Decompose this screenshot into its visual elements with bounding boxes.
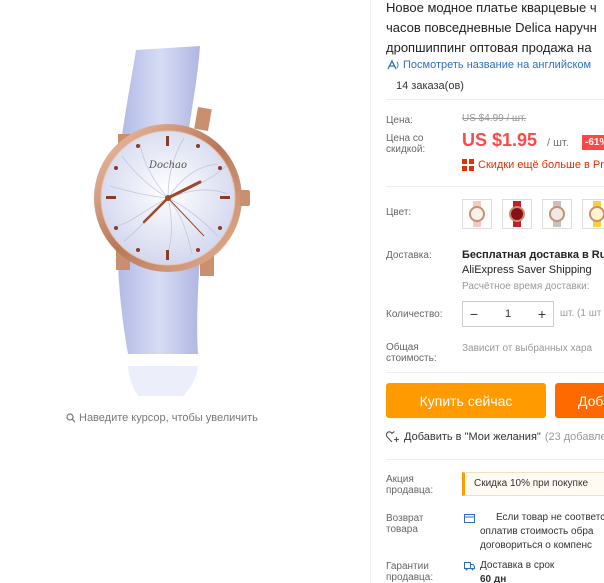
shipping-time: Расчётное время доставки: bbox=[462, 281, 590, 292]
buy-now-button[interactable]: Купить сейчас bbox=[386, 383, 546, 418]
discount-badge: -61% bbox=[582, 135, 604, 150]
return-policy-line: Если товар не соответст bbox=[464, 511, 604, 525]
color-swatch-grey[interactable] bbox=[542, 199, 572, 229]
product-info: Новое модное платье кварцевые ч часов по… bbox=[386, 0, 604, 583]
quantity-label: Количество: bbox=[386, 309, 443, 320]
return-policy-line: оплатив стоимость обра bbox=[480, 526, 594, 537]
color-swatch-red[interactable] bbox=[502, 199, 532, 229]
seller-promo-label-1: Акция bbox=[386, 474, 414, 485]
heart-plus-icon bbox=[386, 431, 399, 443]
total-note: Зависит от выбранных хара bbox=[462, 343, 593, 354]
return-label-1: Возврат bbox=[386, 513, 424, 524]
wishlist-count: (23 добавле bbox=[544, 431, 604, 443]
column-divider bbox=[370, 0, 371, 583]
guarantee-text: Доставка в срок bbox=[480, 560, 555, 571]
color-label: Цвет: bbox=[386, 207, 412, 218]
price-label: Цена: bbox=[386, 115, 413, 126]
product-title-line: дропшиппинг оптовая продажа на bbox=[386, 40, 592, 55]
return-label-2: товара bbox=[386, 524, 418, 535]
watch-thumbnail-icon bbox=[589, 201, 604, 227]
guarantee-label-2: продавца: bbox=[386, 572, 434, 583]
discount-price: US $1.95 bbox=[462, 130, 538, 150]
add-to-wishlist-link[interactable]: Добавить в "Мои желания" (23 добавле bbox=[386, 431, 604, 443]
divider bbox=[386, 99, 604, 100]
return-policy-text: Если товар не соответст bbox=[496, 512, 604, 523]
translate-link[interactable]: Посмотреть название на английском bbox=[386, 59, 591, 71]
quantity-stepper: − 1 + bbox=[462, 301, 554, 327]
product-gallery: Dochao Наведите курсор, чтобы увеличить bbox=[0, 0, 370, 583]
discount-price-label-1: Цена со bbox=[386, 133, 424, 144]
guarantee-line: Доставка в срок bbox=[464, 559, 554, 573]
seller-promo-banner[interactable]: Скидка 10% при покупке bbox=[462, 472, 604, 496]
color-swatch-yellow[interactable] bbox=[582, 199, 604, 229]
total-label-1: Общая bbox=[386, 342, 419, 353]
total-label-2: стоимость: bbox=[386, 353, 437, 364]
shipping-service: AliExpress Saver Shipping bbox=[462, 264, 592, 276]
return-policy-line: договориться о компенс bbox=[480, 540, 593, 551]
seller-guarantee: Доставка в срок 60 дн bbox=[464, 559, 554, 583]
watch-thumbnail-icon bbox=[549, 201, 565, 227]
quantity-increase-button[interactable]: + bbox=[531, 302, 553, 326]
shipping-option[interactable]: Бесплатная доставка в Ru bbox=[462, 249, 604, 261]
zoom-hint: Наведите курсор, чтобы увеличить bbox=[66, 412, 258, 424]
divider bbox=[386, 459, 604, 460]
guarantee-label-1: Гарантии bbox=[386, 561, 429, 572]
quantity-input[interactable]: 1 bbox=[485, 308, 531, 320]
discount-price-label-2: скидкой: bbox=[386, 144, 426, 155]
shipping-label: Доставка: bbox=[386, 250, 432, 261]
coupon-grid-icon bbox=[462, 159, 474, 171]
seller-promo-label-2: продавца: bbox=[386, 485, 434, 496]
divider bbox=[386, 186, 604, 187]
more-discounts-text[interactable]: Скидки ещё больше в Pri bbox=[478, 159, 604, 171]
more-discounts-link[interactable]: Скидки ещё больше в Pri bbox=[462, 159, 604, 171]
product-image[interactable]: Dochao bbox=[88, 36, 288, 396]
return-policy: Если товар не соответст оплатив стоимост… bbox=[464, 511, 604, 553]
price-unit: / шт. bbox=[547, 137, 569, 149]
quantity-decrease-button[interactable]: − bbox=[463, 302, 485, 326]
quantity-unit-note: шт. (1 шт bbox=[560, 308, 602, 319]
add-to-cart-button[interactable]: Доба bbox=[555, 383, 604, 418]
watch-thumbnail-icon bbox=[469, 201, 485, 227]
orders-count: 14 заказа(ов) bbox=[396, 80, 464, 92]
translate-link-text[interactable]: Посмотреть название на английском bbox=[403, 59, 591, 71]
guarantee-days: 60 дн bbox=[480, 574, 507, 583]
watch-thumbnail-icon bbox=[509, 201, 525, 227]
product-title: Новое модное платье кварцевые ч часов по… bbox=[386, 0, 604, 58]
divider bbox=[386, 372, 604, 373]
zoom-hint-text: Наведите курсор, чтобы увеличить bbox=[79, 412, 258, 424]
watch-brand-text: Dochao bbox=[148, 160, 187, 171]
translate-icon bbox=[387, 59, 399, 70]
card-icon bbox=[464, 513, 475, 523]
delivery-truck-icon bbox=[464, 561, 475, 570]
magnifier-icon bbox=[66, 413, 76, 423]
old-price: US $4.99 / шт. bbox=[462, 113, 527, 124]
color-swatch-pink[interactable] bbox=[462, 199, 492, 229]
product-title-line: часов повседневные Delica наручн bbox=[386, 20, 597, 35]
wishlist-text[interactable]: Добавить в "Мои желания" bbox=[404, 431, 541, 443]
product-title-line: Новое модное платье кварцевые ч bbox=[386, 0, 597, 15]
